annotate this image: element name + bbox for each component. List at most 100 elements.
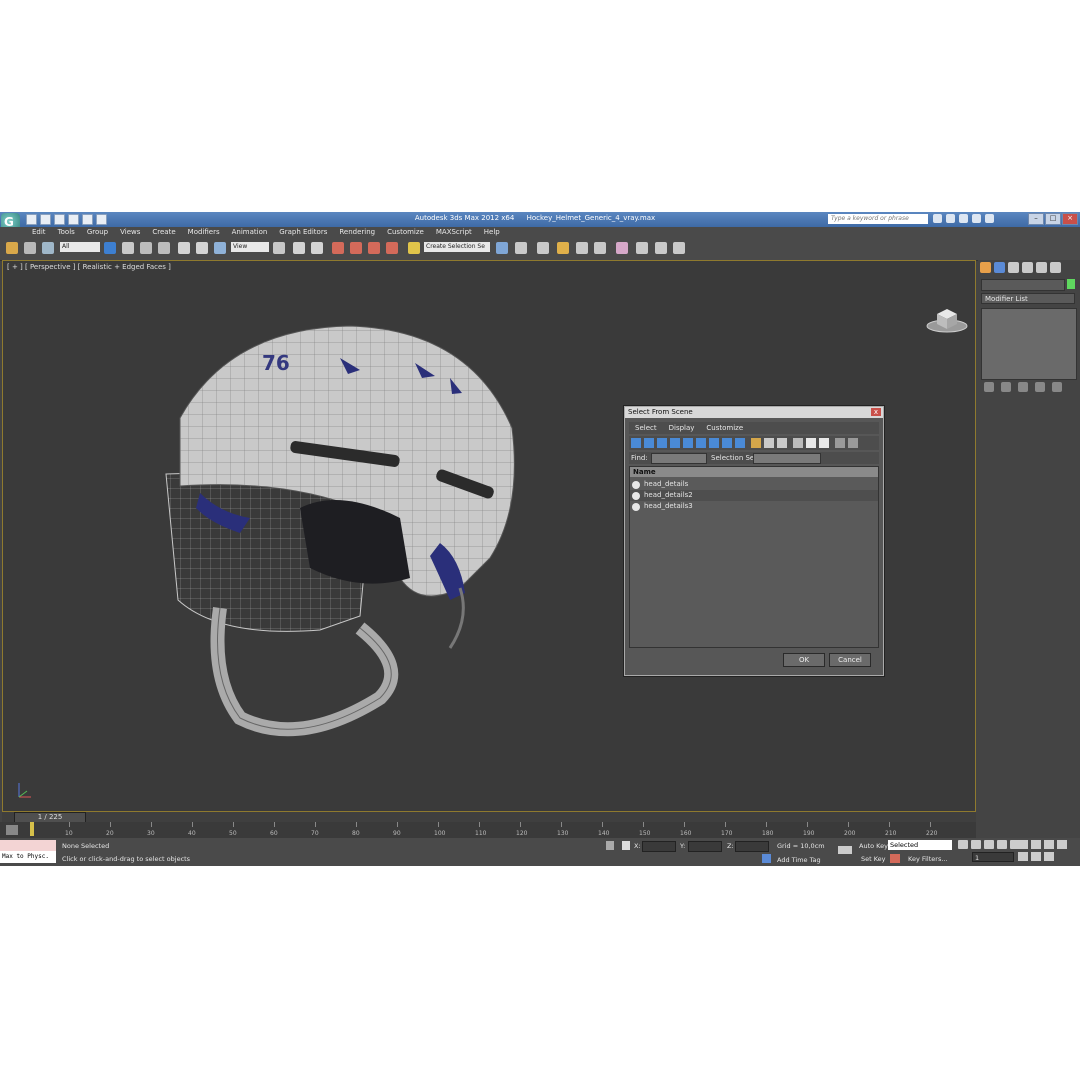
rendered-frame-window-icon[interactable] — [655, 242, 667, 254]
set-key-button[interactable]: Set Key — [861, 855, 886, 863]
hockey-helmet-model[interactable]: 76 — [160, 318, 530, 758]
display-geometry-icon[interactable] — [631, 438, 641, 448]
unlink-icon[interactable] — [24, 242, 36, 254]
mirror-icon[interactable] — [496, 242, 508, 254]
x-coord-input[interactable] — [642, 841, 676, 852]
link-icon[interactable] — [6, 242, 18, 254]
track-bar[interactable]: 10 20 30 40 50 60 70 80 90 100 110 120 130 140 150 160 1… — [0, 822, 976, 838]
display-helpers-icon[interactable] — [683, 438, 693, 448]
select-invert-icon[interactable] — [819, 438, 829, 448]
menu-create[interactable]: Create — [146, 227, 181, 238]
auto-key-button[interactable]: Auto Key — [859, 842, 888, 850]
edit-named-selection-icon[interactable] — [408, 242, 420, 254]
menu-animation[interactable]: Animation — [226, 227, 274, 238]
display-groups-icon[interactable] — [709, 438, 719, 448]
display-bones-icon[interactable] — [735, 438, 745, 448]
display-none-icon[interactable] — [764, 438, 774, 448]
zoom-all-icon[interactable] — [1031, 840, 1041, 849]
percent-snap-icon[interactable] — [368, 242, 380, 254]
hierarchy-tab-icon[interactable] — [1008, 262, 1019, 273]
utilities-tab-icon[interactable] — [1050, 262, 1061, 273]
viewcube[interactable] — [925, 304, 969, 334]
select-all-icon[interactable] — [793, 438, 803, 448]
menu-maxscript[interactable]: MAXScript — [430, 227, 478, 238]
maximize-button[interactable]: □ — [1045, 213, 1061, 225]
display-invert-icon[interactable] — [777, 438, 787, 448]
display-spacewarps-icon[interactable] — [696, 438, 706, 448]
create-tab-icon[interactable] — [980, 262, 991, 273]
key-filters-button[interactable]: Key Filters... — [908, 855, 948, 863]
spinner-snap-icon[interactable] — [386, 242, 398, 254]
modifier-list-dropdown[interactable]: Modifier List — [981, 293, 1075, 304]
go-to-start-icon[interactable] — [958, 840, 968, 849]
align-icon[interactable] — [515, 242, 527, 254]
object-list[interactable]: Name head_details head_details2 head_det… — [629, 466, 879, 648]
select-manipulate-icon[interactable] — [293, 242, 305, 254]
add-time-tag[interactable]: Add Time Tag — [777, 856, 821, 864]
zoom-icon[interactable] — [1018, 840, 1028, 849]
mini-curve-editor-icon[interactable] — [6, 825, 18, 835]
menu-edit[interactable]: Edit — [26, 227, 52, 238]
pin-stack-icon[interactable] — [984, 382, 994, 392]
current-frame-input[interactable]: 1 — [972, 852, 1014, 862]
window-crossing-icon[interactable] — [158, 242, 170, 254]
list-item[interactable]: head_details3 — [630, 501, 878, 512]
menu-group[interactable]: Group — [81, 227, 114, 238]
filter-options-icon[interactable] — [848, 438, 858, 448]
graphite-tools-icon[interactable] — [557, 242, 569, 254]
motion-tab-icon[interactable] — [1022, 262, 1033, 273]
layer-manager-icon[interactable] — [537, 242, 549, 254]
object-name-field[interactable] — [981, 279, 1065, 291]
field-of-view-icon[interactable] — [1057, 840, 1067, 849]
select-none-icon[interactable] — [806, 438, 816, 448]
curve-editor-icon[interactable] — [576, 242, 588, 254]
next-frame-icon[interactable] — [997, 840, 1007, 849]
ok-button[interactable]: OK — [783, 653, 825, 667]
list-item[interactable]: head_details2 — [630, 490, 878, 501]
selection-set-dropdown[interactable] — [753, 453, 821, 464]
menu-help[interactable]: Help — [478, 227, 506, 238]
help-icon[interactable] — [985, 214, 994, 223]
viewport-label[interactable]: [ + ] [ Perspective ] [ Realistic + Edge… — [7, 263, 171, 271]
rect-selection-icon[interactable] — [140, 242, 152, 254]
material-editor-icon[interactable] — [616, 242, 628, 254]
dialog-menu-customize[interactable]: Customize — [700, 422, 749, 434]
binoculars-icon[interactable] — [933, 214, 942, 223]
move-icon[interactable] — [178, 242, 190, 254]
keyboard-shortcut-icon[interactable] — [311, 242, 323, 254]
selection-lock-icon[interactable] — [606, 841, 614, 850]
maxscript-listener-input[interactable] — [0, 840, 56, 851]
render-setup-icon[interactable] — [636, 242, 648, 254]
maximize-viewport-icon[interactable] — [1044, 852, 1054, 861]
dialog-menu-display[interactable]: Display — [663, 422, 701, 434]
reference-coordinate-dropdown[interactable]: View — [231, 242, 269, 252]
play-icon[interactable] — [984, 840, 994, 849]
modify-tab-icon[interactable] — [994, 262, 1005, 273]
snaps-toggle-icon[interactable] — [332, 242, 344, 254]
find-input[interactable] — [651, 453, 707, 464]
remove-modifier-icon[interactable] — [1035, 382, 1045, 392]
time-slider[interactable]: 1 / 225 — [2, 812, 976, 823]
absolute-mode-icon[interactable] — [622, 841, 630, 850]
favorites-star-icon[interactable] — [972, 214, 981, 223]
zoom-extents-icon[interactable] — [1044, 840, 1054, 849]
menu-customize[interactable]: Customize — [381, 227, 430, 238]
display-xrefs-icon[interactable] — [722, 438, 732, 448]
render-production-icon[interactable] — [673, 242, 685, 254]
modifier-stack[interactable] — [981, 308, 1077, 380]
list-item[interactable]: head_details — [630, 479, 878, 490]
menu-tools[interactable]: Tools — [52, 227, 81, 238]
communication-icon[interactable] — [959, 214, 968, 223]
object-color-swatch[interactable] — [1067, 279, 1075, 289]
previous-frame-icon[interactable] — [971, 840, 981, 849]
menu-views[interactable]: Views — [114, 227, 146, 238]
key-mode-dropdown[interactable]: Selected — [888, 840, 952, 850]
configure-sets-icon[interactable] — [1052, 382, 1062, 392]
selection-filter-dropdown[interactable]: All — [60, 242, 100, 252]
maxscript-mini-listener[interactable]: Max to Physc. — [0, 851, 56, 863]
dialog-close-button[interactable]: x — [871, 408, 881, 416]
set-key-key-icon[interactable] — [838, 846, 852, 854]
subscription-icon[interactable] — [946, 214, 955, 223]
display-lights-icon[interactable] — [657, 438, 667, 448]
display-all-icon[interactable] — [751, 438, 761, 448]
